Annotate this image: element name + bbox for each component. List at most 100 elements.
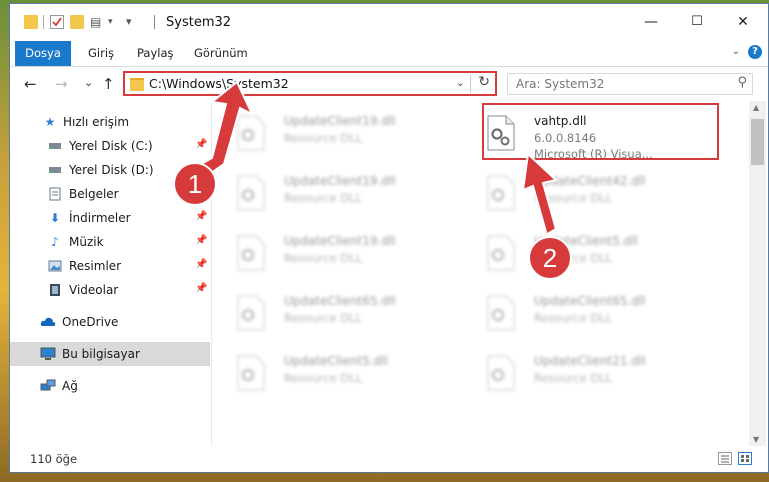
back-button[interactable]: ← xyxy=(24,75,37,93)
file-name: UpdateClient42.dll xyxy=(534,174,646,188)
sidebar-item-label: İndirmeler xyxy=(69,211,131,225)
file-type: Resource DLL xyxy=(284,311,363,325)
sidebar-item-label: Videolar xyxy=(69,283,119,297)
rename-icon[interactable]: ▤ xyxy=(90,15,104,29)
file-item[interactable]: UpdateClient19.dll Resource DLL xyxy=(212,107,452,159)
sidebar-item-onedrive[interactable]: OneDrive xyxy=(10,310,210,334)
dll-file-icon xyxy=(237,295,265,331)
file-item[interactable]: UpdateClient42.dll Resource DLL xyxy=(462,167,702,219)
dll-file-icon xyxy=(487,175,515,211)
file-type: Resource DLL xyxy=(284,251,363,265)
file-name: UpdateClient65.dll xyxy=(534,294,646,308)
folder-icon xyxy=(130,78,144,91)
tab-share[interactable]: Paylaş xyxy=(137,41,174,66)
file-item[interactable]: UpdateClient5.dll Resource DLL xyxy=(462,227,702,279)
sidebar-item-label: Yerel Disk (D:) xyxy=(69,163,154,177)
sidebar-item-this-pc[interactable]: Bu bilgisayar xyxy=(10,342,210,366)
file-name: UpdateClient19.dll xyxy=(284,114,396,128)
details-view-icon[interactable] xyxy=(718,452,732,465)
customize-qat-icon[interactable]: ▾ xyxy=(126,15,132,28)
pin-icon[interactable]: 📌 xyxy=(195,259,207,270)
expand-ribbon-icon[interactable]: ⌄ xyxy=(732,46,740,57)
file-item[interactable]: UpdateClient19.dll Resource DLL xyxy=(212,227,452,279)
file-type: Resource DLL xyxy=(534,191,613,205)
file-item[interactable]: UpdateClient65.dll Resource DLL xyxy=(212,287,452,339)
file-item[interactable]: UpdateClient5.dll Resource DLL xyxy=(212,347,452,399)
file-highlight-box xyxy=(482,103,719,160)
file-name: UpdateClient21.dll xyxy=(534,354,646,368)
help-icon[interactable]: ? xyxy=(748,45,762,59)
address-bar[interactable]: C:\Windows\System32 ⌄ ↻ xyxy=(123,71,497,96)
address-path[interactable]: C:\Windows\System32 xyxy=(149,76,289,91)
chevron-down-icon[interactable]: ⌄ xyxy=(456,76,465,89)
qat-dropdown-icon[interactable]: ▾ xyxy=(108,15,122,29)
file-name: UpdateClient65.dll xyxy=(284,294,396,308)
sidebar-item-label: Resimler xyxy=(69,259,122,273)
ribbon-tabs: Dosya Giriş Paylaş Görünüm ⌄ ? xyxy=(10,41,768,67)
new-folder-icon[interactable] xyxy=(70,15,84,29)
tab-file[interactable]: Dosya xyxy=(15,41,71,66)
file-type: Resource DLL xyxy=(284,131,363,145)
navigation-bar: ← → ⌄ ↑ C:\Windows\System32 ⌄ ↻ Ara: Sys… xyxy=(10,67,768,101)
maximize-button[interactable]: ☐ xyxy=(674,8,720,36)
sidebar-item-label: Bu bilgisayar xyxy=(62,347,140,361)
sidebar-item-network[interactable]: Ağ xyxy=(10,374,210,398)
sidebar-item-videos[interactable]: Videolar 📌 xyxy=(10,278,210,302)
large-icons-view-icon[interactable] xyxy=(738,452,752,465)
scroll-up-icon[interactable]: ▲ xyxy=(753,103,759,112)
scroll-thumb[interactable] xyxy=(751,119,764,165)
pin-icon[interactable]: 📌 xyxy=(195,187,207,198)
sidebar-item-label: Müzik xyxy=(69,235,104,249)
dll-file-icon xyxy=(487,235,515,271)
refresh-icon[interactable]: ↻ xyxy=(478,74,490,90)
tab-home[interactable]: Giriş xyxy=(88,41,114,66)
pin-icon[interactable]: 📌 xyxy=(195,235,207,246)
file-name: UpdateClient19.dll xyxy=(284,174,396,188)
vertical-scrollbar[interactable]: ▲ ▼ xyxy=(749,101,766,446)
close-button[interactable]: ✕ xyxy=(720,8,766,36)
scroll-down-icon[interactable]: ▼ xyxy=(753,435,759,444)
address-divider xyxy=(470,75,471,93)
sidebar-item-music[interactable]: ♪ Müzik 📌 xyxy=(10,230,210,254)
search-input[interactable]: Ara: System32 xyxy=(516,77,604,91)
dll-file-icon xyxy=(237,235,265,271)
sidebar-item-local-disk-d[interactable]: Yerel Disk (D:) 📌 xyxy=(10,158,210,182)
sidebar-item-label: OneDrive xyxy=(62,315,119,329)
search-box[interactable]: Ara: System32 ⚲ xyxy=(507,73,753,95)
download-icon: ⬇ xyxy=(49,211,61,225)
pin-icon[interactable]: 📌 xyxy=(195,211,207,222)
title-bar: ▤ ▾ ▾ System32 — ☐ ✕ xyxy=(10,4,768,41)
star-icon: ★ xyxy=(44,115,56,129)
up-button[interactable]: ↑ xyxy=(102,75,115,93)
network-icon xyxy=(40,379,56,393)
sidebar-item-documents[interactable]: Belgeler 📌 xyxy=(10,182,210,206)
file-item[interactable]: UpdateClient19.dll Resource DLL xyxy=(212,167,452,219)
folder-icon[interactable] xyxy=(24,15,38,29)
sidebar-item-downloads[interactable]: ⬇ İndirmeler 📌 xyxy=(10,206,210,230)
drive-icon xyxy=(48,163,62,177)
tab-view[interactable]: Görünüm xyxy=(194,41,248,66)
sidebar-item-label: Hızlı erişim xyxy=(63,115,130,129)
sidebar-item-label: Belgeler xyxy=(69,187,119,201)
pin-icon[interactable]: 📌 xyxy=(195,139,207,150)
pin-icon[interactable]: 📌 xyxy=(195,163,207,174)
file-name: UpdateClient5.dll xyxy=(534,234,638,248)
file-item[interactable]: UpdateClient21.dll Resource DLL xyxy=(462,347,702,399)
pin-icon[interactable]: 📌 xyxy=(195,283,207,294)
sidebar-item-local-disk-c[interactable]: Yerel Disk (C:) 📌 xyxy=(10,134,210,158)
file-item[interactable]: UpdateClient65.dll Resource DLL xyxy=(462,287,702,339)
recent-locations-button[interactable]: ⌄ xyxy=(84,76,93,89)
dll-file-icon xyxy=(237,355,265,391)
properties-icon[interactable] xyxy=(50,15,64,29)
pictures-icon xyxy=(48,259,62,273)
minimize-button[interactable]: — xyxy=(628,8,674,36)
file-type: Resource DLL xyxy=(534,371,613,385)
drive-icon xyxy=(48,139,62,153)
sidebar-item-quick-access[interactable]: ★ Hızlı erişim xyxy=(10,110,210,134)
forward-button[interactable]: → xyxy=(55,75,68,93)
documents-icon xyxy=(48,187,62,201)
sidebar-item-pictures[interactable]: Resimler 📌 xyxy=(10,254,210,278)
file-type: Resource DLL xyxy=(534,251,613,265)
title-separator xyxy=(154,15,155,29)
search-icon[interactable]: ⚲ xyxy=(737,75,747,90)
